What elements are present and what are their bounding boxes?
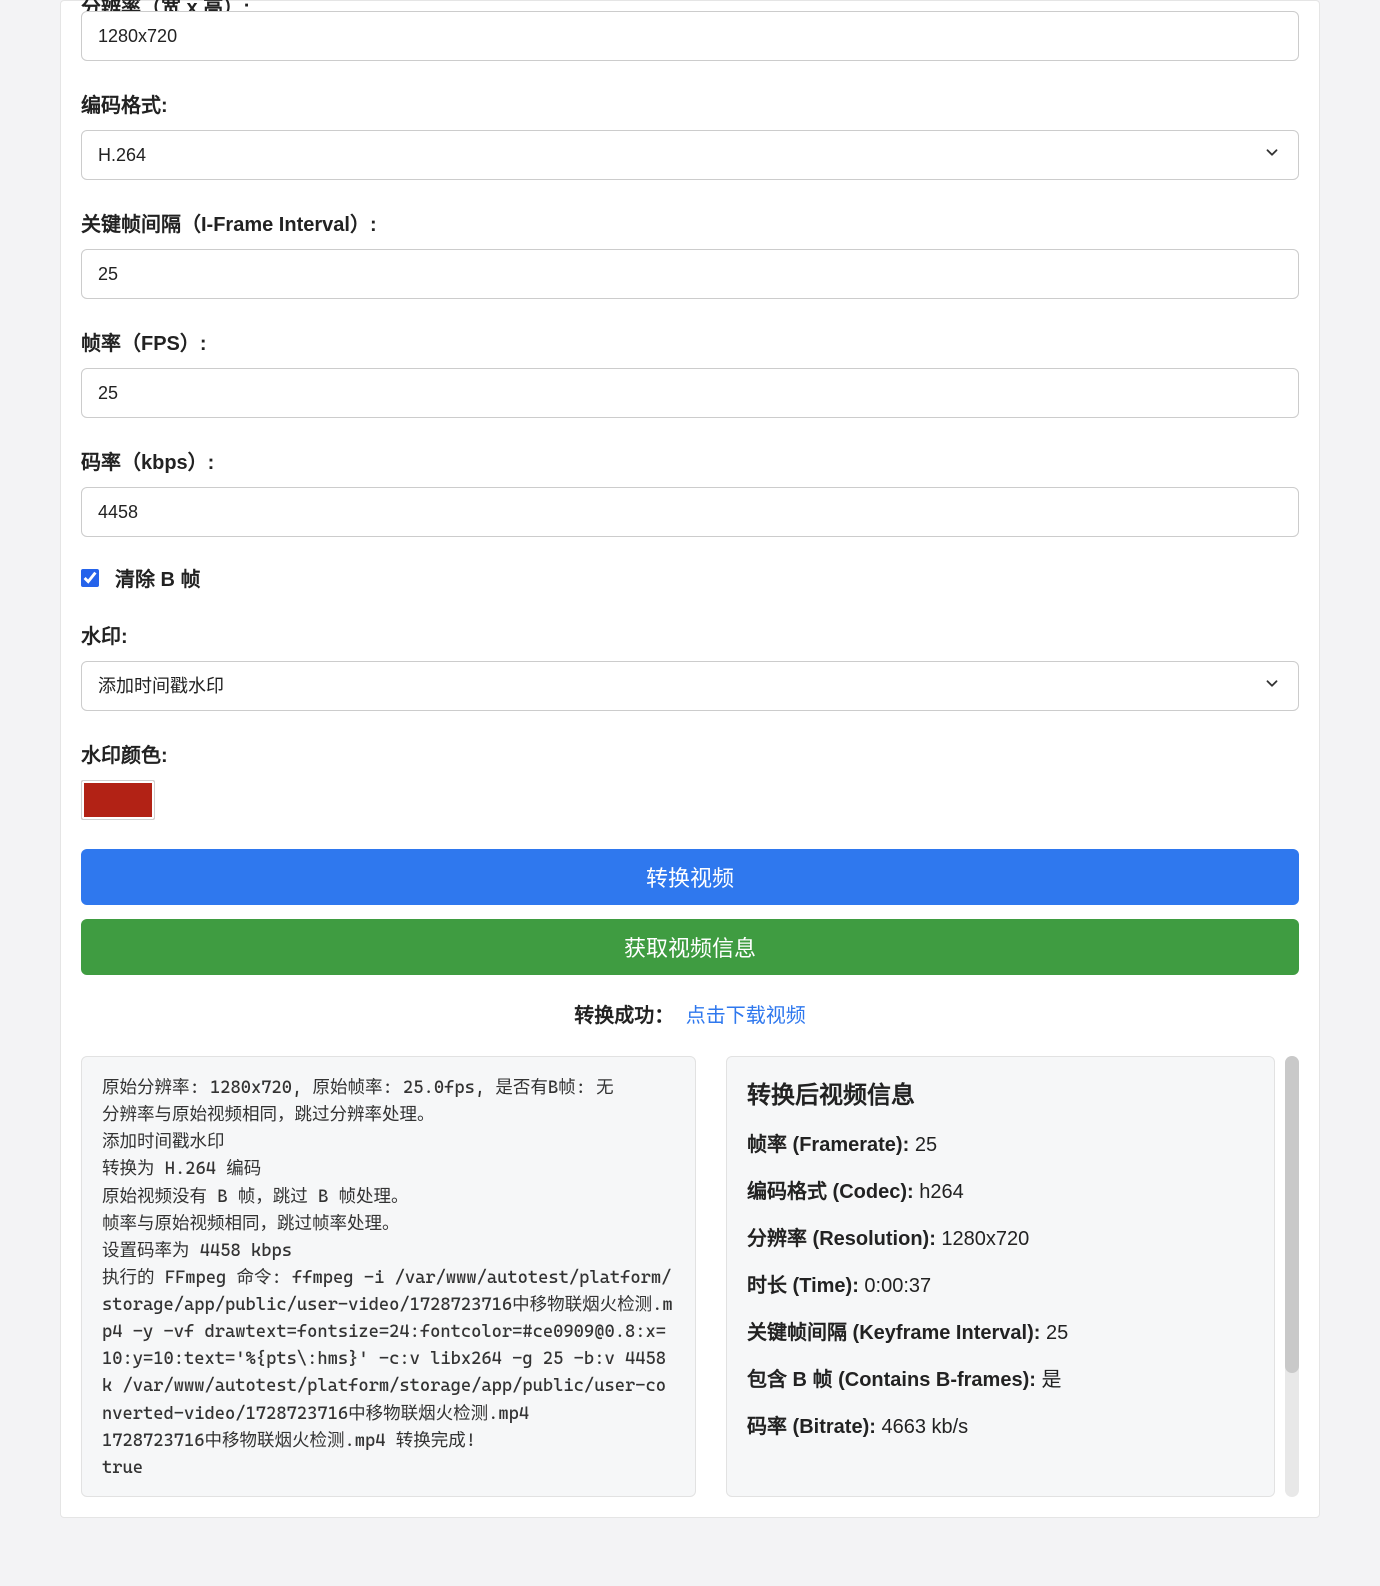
bitrate-label: 码率（kbps）: [81, 446, 1299, 475]
resolution-label: 分辨率（宽 x 高）: [81, 0, 1299, 11]
bitrate-input[interactable] [81, 487, 1299, 537]
info-key: 编码格式 (Codec): [747, 1181, 914, 1203]
remove-bframes-checkbox[interactable] [81, 569, 99, 587]
info-val: h264 [914, 1181, 964, 1203]
convert-video-button[interactable]: 转换视频 [81, 849, 1299, 905]
info-row-bframes: 包含 B 帧 (Contains B-frames): 是 [747, 1363, 1254, 1392]
info-val: 是 [1036, 1369, 1062, 1391]
get-video-info-button[interactable]: 获取视频信息 [81, 919, 1299, 975]
remove-bframes-label: 清除 B 帧 [115, 563, 201, 592]
info-row-keyframe: 关键帧间隔 (Keyframe Interval): 25 [747, 1316, 1254, 1345]
info-row-bitrate: 码率 (Bitrate): 4663 kb/s [747, 1410, 1254, 1439]
info-val: 4663 kb/s [876, 1416, 968, 1438]
resolution-input[interactable] [81, 11, 1299, 61]
watermark-select[interactable]: 添加时间戳水印 [81, 661, 1299, 711]
iframe-interval-input[interactable] [81, 249, 1299, 299]
info-key: 码率 (Bitrate): [747, 1416, 876, 1438]
info-val: 25 [909, 1134, 937, 1156]
info-row-time: 时长 (Time): 0:00:37 [747, 1269, 1254, 1298]
info-key: 时长 (Time): [747, 1275, 859, 1297]
fps-label: 帧率（FPS）: [81, 327, 1299, 356]
info-row-framerate: 帧率 (Framerate): 25 [747, 1128, 1254, 1157]
info-key: 包含 B 帧 (Contains B-frames): [747, 1369, 1036, 1391]
info-panel-scrollbar[interactable] [1285, 1056, 1299, 1497]
scrollbar-thumb[interactable] [1285, 1056, 1299, 1373]
watermark-color-label: 水印颜色: [81, 739, 1299, 768]
codec-label: 编码格式: [81, 89, 1299, 118]
convert-success-label: 转换成功： [574, 1005, 674, 1027]
video-convert-form: 分辨率（宽 x 高）: 编码格式: H.264 关键帧间隔（I-Frame In… [60, 0, 1320, 1518]
resolution-label-cut: 分辨率（宽 x 高）: [81, 0, 1299, 11]
watermark-label: 水印: [81, 620, 1299, 649]
info-val: 0:00:37 [859, 1275, 931, 1297]
conversion-log-panel: 原始分辨率: 1280x720, 原始帧率: 25.0fps, 是否有B帧: 无… [81, 1056, 696, 1497]
fps-input[interactable] [81, 368, 1299, 418]
download-video-link[interactable]: 点击下载视频 [686, 1005, 806, 1027]
info-title: 转换后视频信息 [747, 1075, 1254, 1110]
info-row-codec: 编码格式 (Codec): h264 [747, 1175, 1254, 1204]
watermark-color-picker[interactable] [81, 780, 155, 820]
converted-video-info-panel: 转换后视频信息 帧率 (Framerate): 25 编码格式 (Codec):… [726, 1056, 1275, 1497]
info-key: 帧率 (Framerate): [747, 1134, 909, 1156]
iframe-interval-label: 关键帧间隔（I-Frame Interval）: [81, 208, 1299, 237]
info-row-resolution: 分辨率 (Resolution): 1280x720 [747, 1222, 1254, 1251]
info-val: 25 [1040, 1322, 1068, 1344]
codec-select[interactable]: H.264 [81, 130, 1299, 180]
info-val: 1280x720 [936, 1228, 1029, 1250]
info-key: 分辨率 (Resolution): [747, 1228, 936, 1250]
convert-success-row: 转换成功： 点击下载视频 [81, 999, 1299, 1028]
info-key: 关键帧间隔 (Keyframe Interval): [747, 1322, 1040, 1344]
